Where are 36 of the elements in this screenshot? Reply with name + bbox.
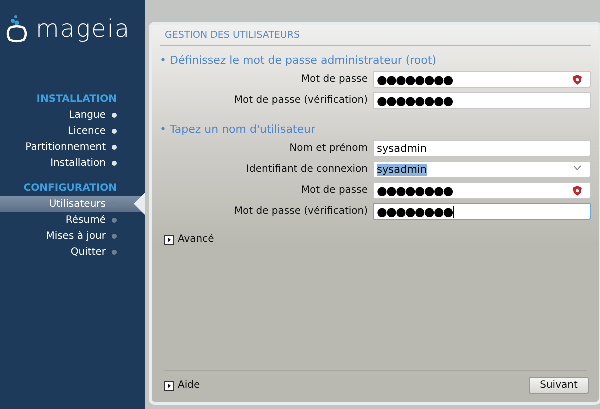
- sidebar-item[interactable]: Langue: [0, 107, 145, 123]
- sidebar-item[interactable]: Licence: [0, 123, 145, 139]
- sidebar-item[interactable]: Partitionnement: [0, 139, 145, 155]
- password-input-field[interactable]: ●●●●●●●●: [373, 182, 591, 199]
- field-label: Mot de passe: [300, 74, 368, 85]
- logo-text: mageia: [36, 14, 131, 44]
- field-label: Nom et prénom: [288, 143, 368, 154]
- section-title: INSTALLATION: [36, 94, 118, 105]
- advanced-expander[interactable]: Avancé: [164, 234, 214, 245]
- field-label: Mot de passe: [300, 185, 368, 196]
- group-heading: • Définissez le mot de passe administrateur (root): [160, 54, 438, 67]
- help-expander[interactable]: Aide: [164, 380, 200, 391]
- expander-icon: [164, 380, 174, 390]
- field-label: Identifiant de connexion: [246, 164, 368, 175]
- password-input-field[interactable]: ●●●●●●●●: [373, 203, 591, 220]
- sidebar-item[interactable]: Utilisateurs: [0, 196, 145, 212]
- sidebar-item[interactable]: Quitter: [0, 244, 145, 260]
- sidebar-item[interactable]: Mises à jour: [0, 228, 145, 244]
- password-input-field[interactable]: ●●●●●●●●: [373, 71, 591, 88]
- expander-icon: [164, 234, 174, 244]
- name-input-field[interactable]: sysadmin: [373, 140, 591, 157]
- field-label: Mot de passe (vérification): [233, 95, 368, 106]
- section-title: CONFIGURATION: [22, 183, 118, 194]
- shield-icon: [573, 186, 582, 196]
- next-button[interactable]: Suivant: [529, 377, 589, 394]
- sidebar-item[interactable]: Résumé: [0, 212, 145, 228]
- group-heading: • Tapez un nom d'utilisateur: [160, 123, 317, 136]
- cauldron-logo-icon: [4, 14, 30, 44]
- shield-icon: [573, 75, 582, 85]
- chevron-down-icon: [573, 165, 582, 171]
- password-input-field[interactable]: ●●●●●●●●: [373, 92, 591, 109]
- login-combo-box[interactable]: sysadmin: [373, 161, 591, 178]
- sidebar-item[interactable]: Installation: [0, 155, 145, 171]
- page-title: GESTION DES UTILISATEURS: [164, 29, 301, 43]
- field-label: Mot de passe (vérification): [233, 206, 368, 217]
- selection-pointer-icon: [133, 193, 145, 215]
